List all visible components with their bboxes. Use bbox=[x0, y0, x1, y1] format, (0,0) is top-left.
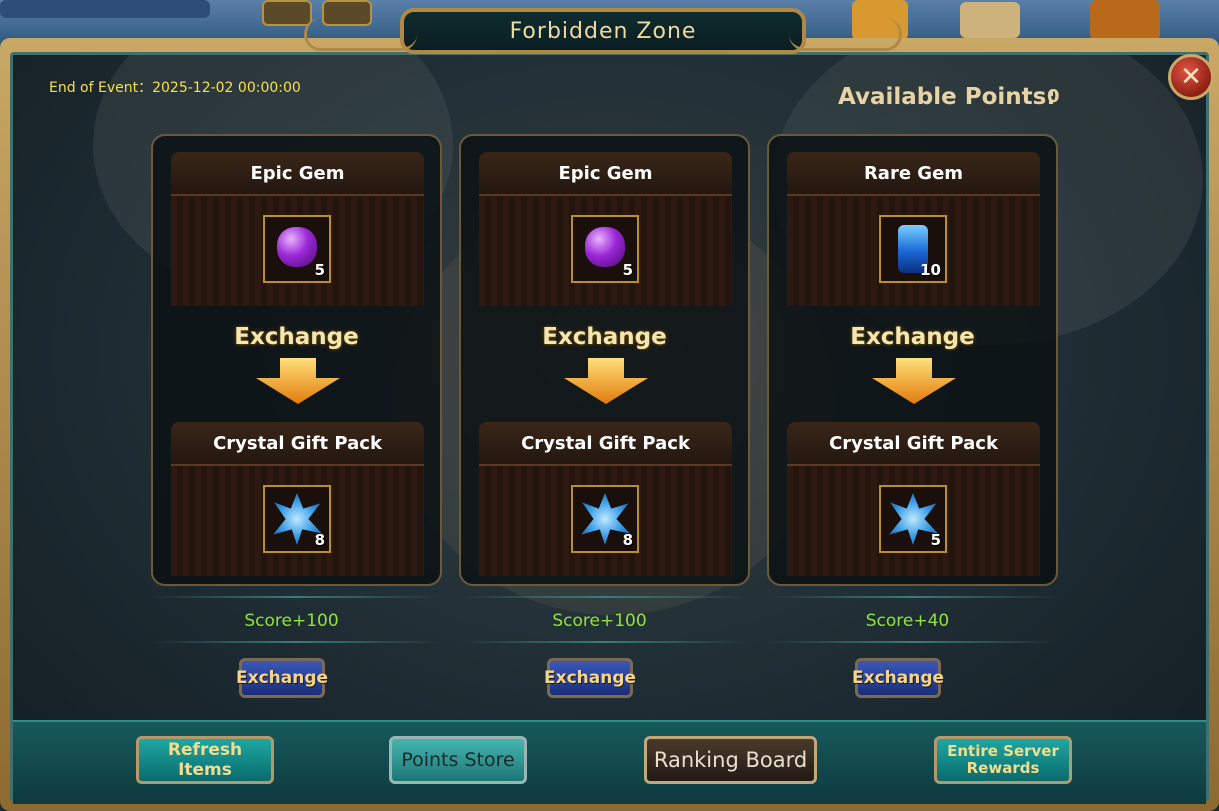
divider bbox=[151, 596, 441, 598]
epic-gem-icon bbox=[585, 227, 625, 267]
available-points-value: 0 bbox=[1047, 86, 1060, 107]
refresh-items-button[interactable]: Refresh Items bbox=[136, 736, 274, 784]
exchange-arrow-label: Exchange bbox=[542, 324, 667, 350]
cost-item-slot: 5 bbox=[479, 194, 732, 306]
divider bbox=[459, 641, 749, 643]
reward-item-slot: 8 bbox=[479, 464, 732, 576]
item-box[interactable]: 8 bbox=[571, 485, 639, 553]
cost-item-slot: 10 bbox=[787, 194, 1040, 306]
points-store-button[interactable]: Points Store bbox=[389, 736, 527, 784]
down-arrow-icon bbox=[564, 358, 648, 404]
ranking-board-button[interactable]: Ranking Board bbox=[644, 736, 817, 784]
exchange-card: Epic Gem 5 Exchange Crystal Gift Pack 8 bbox=[151, 134, 442, 586]
button-label-line: Rewards bbox=[966, 759, 1040, 777]
exchange-button[interactable]: Exchange bbox=[852, 658, 944, 698]
reward-item-name: Crystal Gift Pack bbox=[787, 422, 1040, 464]
exchange-arrow-label: Exchange bbox=[234, 324, 359, 350]
window-title: Forbidden Zone bbox=[509, 18, 697, 44]
close-icon[interactable]: ✕ bbox=[1168, 54, 1214, 100]
cost-item-name: Epic Gem bbox=[479, 152, 732, 194]
item-quantity: 5 bbox=[930, 531, 941, 549]
down-arrow-icon bbox=[872, 358, 956, 404]
divider bbox=[767, 641, 1057, 643]
divider bbox=[767, 596, 1057, 598]
reward-item-name: Crystal Gift Pack bbox=[479, 422, 732, 464]
cost-item-name: Epic Gem bbox=[171, 152, 424, 194]
entire-server-rewards-button[interactable]: Entire Server Rewards bbox=[934, 736, 1072, 784]
down-arrow-icon bbox=[256, 358, 340, 404]
event-end-time: End of Event：2025-12-02 00:00:00 bbox=[49, 80, 301, 96]
item-quantity: 8 bbox=[314, 531, 325, 549]
hud-button[interactable] bbox=[262, 0, 312, 26]
item-quantity: 10 bbox=[920, 261, 941, 279]
exchange-card: Rare Gem 10 Exchange Crystal Gift Pack 5 bbox=[767, 134, 1058, 586]
item-quantity: 5 bbox=[622, 261, 633, 279]
reward-item-name: Crystal Gift Pack bbox=[171, 422, 424, 464]
reward-item-slot: 8 bbox=[171, 464, 424, 576]
hud-resource-bar bbox=[0, 0, 210, 18]
score-reward: Score+100 bbox=[552, 611, 647, 631]
cost-item-slot: 5 bbox=[171, 194, 424, 306]
item-box[interactable]: 5 bbox=[263, 215, 331, 283]
exchange-arrow-label: Exchange bbox=[850, 324, 975, 350]
exchange-card: Epic Gem 5 Exchange Crystal Gift Pack 8 bbox=[459, 134, 750, 586]
cost-item-name: Rare Gem bbox=[787, 152, 1040, 194]
item-box[interactable]: 5 bbox=[571, 215, 639, 283]
item-quantity: 8 bbox=[622, 531, 633, 549]
exchange-button[interactable]: Exchange bbox=[236, 658, 328, 698]
epic-gem-icon bbox=[277, 227, 317, 267]
divider bbox=[459, 596, 749, 598]
hud-chart-icon[interactable] bbox=[1090, 0, 1160, 40]
score-reward: Score+40 bbox=[865, 611, 950, 631]
divider bbox=[151, 641, 441, 643]
item-box[interactable]: 10 bbox=[879, 215, 947, 283]
item-box[interactable]: 5 bbox=[879, 485, 947, 553]
item-quantity: 5 bbox=[314, 261, 325, 279]
exchange-button[interactable]: Exchange bbox=[544, 658, 636, 698]
item-box[interactable]: 8 bbox=[263, 485, 331, 553]
button-label-line: Entire Server bbox=[947, 742, 1059, 760]
score-reward: Score+100 bbox=[244, 611, 339, 631]
hud-scroll-icon[interactable] bbox=[960, 2, 1020, 38]
available-points-label: Available Points: bbox=[838, 84, 1056, 110]
window-title-banner: Forbidden Zone bbox=[304, 8, 902, 54]
reward-item-slot: 5 bbox=[787, 464, 1040, 576]
